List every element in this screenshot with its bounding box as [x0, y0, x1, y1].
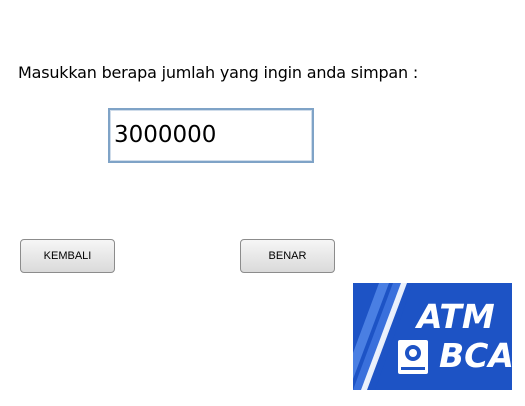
back-button[interactable]: KEMBALI — [20, 239, 115, 273]
amount-field[interactable] — [108, 108, 314, 163]
logo-bca-text: BCA — [439, 336, 512, 375]
atm-bca-logo: ATM BCA — [353, 283, 512, 390]
amount-input[interactable] — [114, 122, 304, 148]
confirm-button[interactable]: BENAR — [240, 239, 335, 273]
bca-logo-icon — [398, 340, 428, 374]
logo-atm-text: ATM — [417, 297, 495, 336]
prompt-label: Masukkan berapa jumlah yang ingin anda s… — [18, 63, 419, 82]
